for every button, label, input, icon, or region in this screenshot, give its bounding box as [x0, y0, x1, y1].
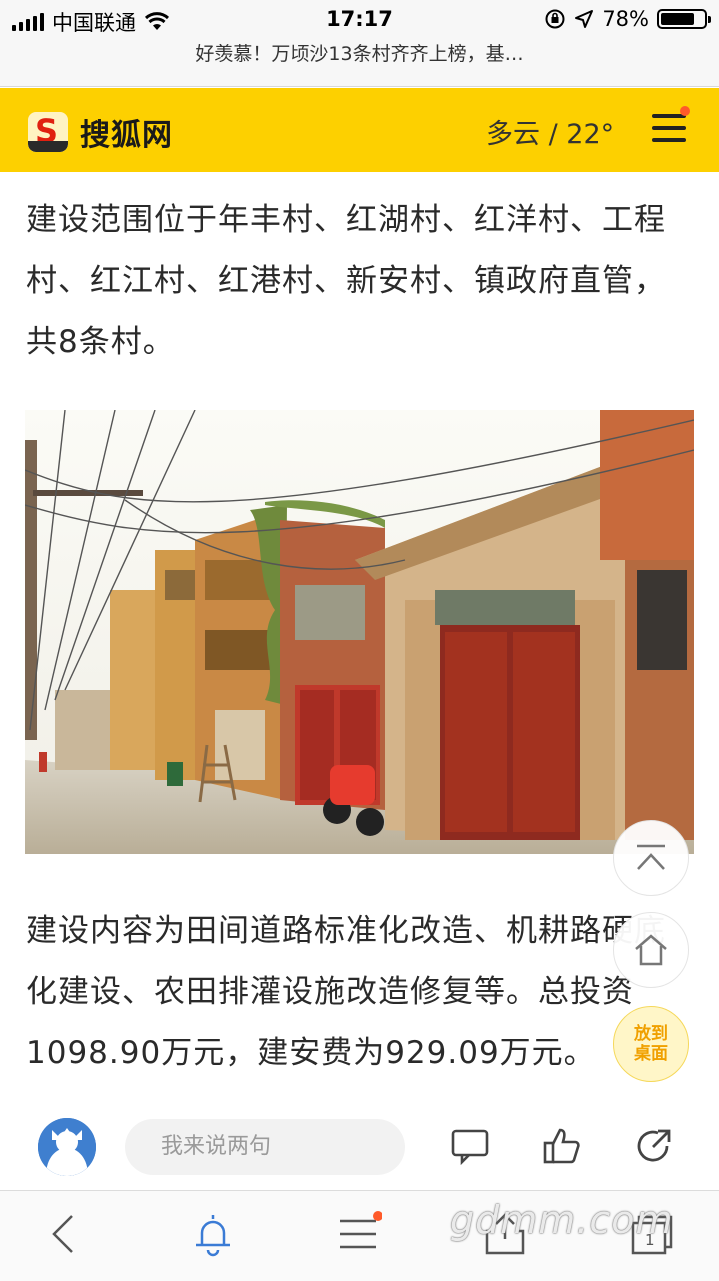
- status-bar: 中国联通 17:17 78%: [0, 0, 719, 40]
- home-button[interactable]: [613, 912, 689, 988]
- arrow-up-icon: [637, 844, 665, 870]
- location-icon: [575, 10, 594, 28]
- back-arrow-icon[interactable]: [42, 1211, 88, 1257]
- sohu-logo-icon: S: [28, 112, 68, 152]
- weather-info: 多云 / 22°: [486, 119, 615, 150]
- battery-percent: 78%: [602, 7, 649, 31]
- like-icon[interactable]: [542, 1126, 582, 1166]
- battery-icon: [657, 9, 711, 29]
- article-paragraph: 建设内容为田间道路标准化改造、机耕路硬底化建设、农田排灌设施改造修复等。总投资1…: [26, 913, 666, 1071]
- bell-icon[interactable]: [190, 1211, 236, 1257]
- site-logo[interactable]: S 搜狐网: [28, 110, 173, 154]
- orientation-lock-icon: [545, 9, 565, 29]
- user-avatar-icon: [38, 1118, 96, 1176]
- old-village-street-photo: [25, 410, 694, 854]
- site-header: S 搜狐网 多云 / 22°: [0, 88, 719, 172]
- page-title: 好羡慕！万顷沙13条村齐齐上榜，基…: [195, 43, 524, 65]
- comment-input[interactable]: 我来说两句: [125, 1119, 405, 1175]
- add-to-desktop-button[interactable]: 放到桌面: [613, 1006, 689, 1082]
- article-photo[interactable]: [25, 410, 694, 854]
- avatar[interactable]: [38, 1118, 96, 1176]
- browser-title-bar[interactable]: 好羡慕！万顷沙13条村齐齐上榜，基…: [0, 40, 719, 87]
- article-paragraph: 建设范围位于年丰村、红湖村、红洋村、工程村、红江村、红港村、新安村、镇政府直管，…: [26, 202, 666, 360]
- notification-dot: [680, 106, 690, 116]
- share-icon[interactable]: [634, 1126, 674, 1166]
- site-watermark: gdmm.com: [450, 1198, 674, 1242]
- menu-button[interactable]: [652, 106, 690, 146]
- menu-icon[interactable]: [336, 1211, 382, 1257]
- add-to-desktop-label: 放到桌面: [634, 1024, 668, 1064]
- home-icon: [635, 934, 667, 966]
- back-to-top-button[interactable]: [613, 820, 689, 896]
- logo-text: 搜狐网: [80, 118, 173, 153]
- comment-bar: 我来说两句: [0, 1100, 719, 1190]
- status-right: 78%: [544, 7, 711, 31]
- comment-icon[interactable]: [450, 1126, 490, 1166]
